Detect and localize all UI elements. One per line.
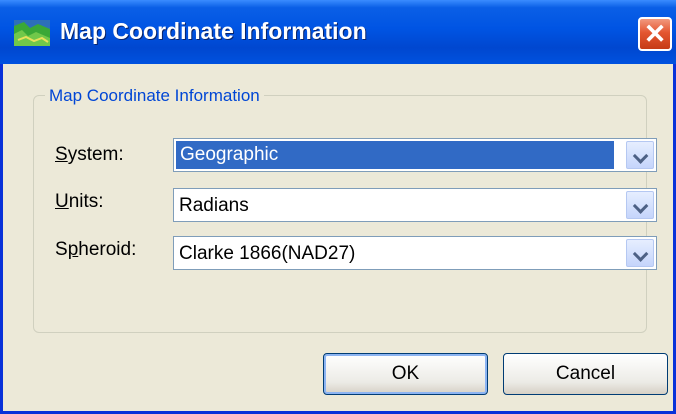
- spheroid-label: Spheroid:: [55, 239, 137, 260]
- map-icon: [14, 20, 50, 46]
- spheroid-accelerator: p: [67, 239, 79, 260]
- spheroid-dropdown-value: Clarke 1866(NAD27): [179, 243, 356, 264]
- units-accelerator: U: [55, 191, 69, 212]
- chevron-down-icon: [632, 198, 649, 214]
- window-title: Map Coordinate Information: [60, 18, 367, 44]
- chevron-down-icon: [632, 246, 649, 262]
- units-label: Units:: [55, 191, 104, 212]
- system-dropdown-button[interactable]: [626, 141, 654, 169]
- spheroid-dropdown-button[interactable]: [626, 239, 654, 267]
- spheroid-dropdown[interactable]: Clarke 1866(NAD27): [173, 236, 657, 270]
- groupbox-title: Map Coordinate Information: [45, 86, 264, 106]
- system-label: System:: [55, 144, 124, 165]
- system-dropdown-value: Geographic: [176, 141, 614, 169]
- chevron-down-icon: [632, 148, 649, 164]
- cancel-button[interactable]: Cancel: [503, 353, 668, 395]
- system-dropdown[interactable]: Geographic: [173, 138, 657, 172]
- dialog-window: Map Coordinate Information ✕ Map Coordin…: [0, 0, 676, 414]
- title-bar[interactable]: Map Coordinate Information ✕: [0, 0, 676, 64]
- close-button[interactable]: ✕: [638, 17, 672, 51]
- units-dropdown-button[interactable]: [626, 191, 654, 219]
- close-icon: ✕: [643, 19, 667, 49]
- units-dropdown[interactable]: Radians: [173, 188, 657, 222]
- units-dropdown-value: Radians: [179, 195, 249, 216]
- ok-button[interactable]: OK: [323, 353, 488, 395]
- system-accelerator: S: [55, 144, 68, 165]
